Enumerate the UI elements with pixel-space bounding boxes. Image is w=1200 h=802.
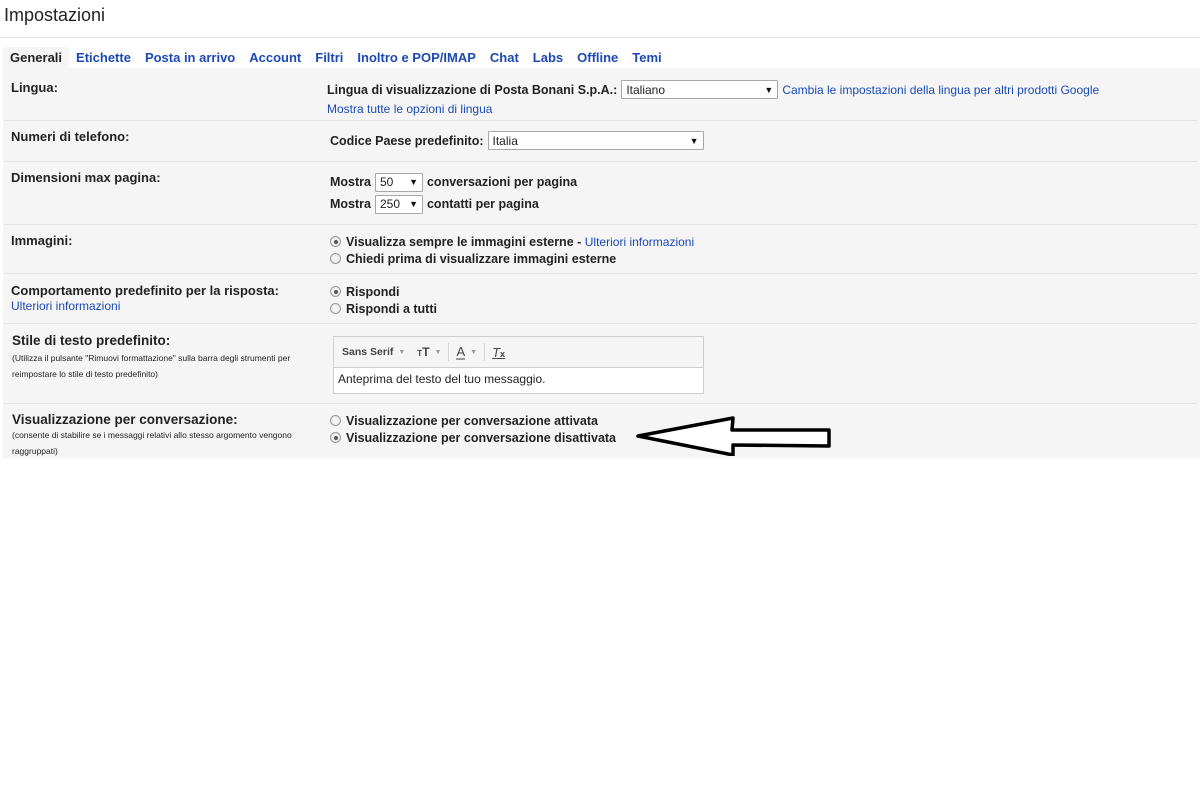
setting-row-reply: Comportamento predefinito per la rispost… (4, 274, 1197, 324)
conversations-per-page-select[interactable]: 50 ▼ (374, 172, 423, 192)
language-label: Lingua: (11, 80, 58, 95)
conversation-view-on-option[interactable]: Visualizzazione per conversazione attiva… (330, 412, 616, 429)
chevron-down-icon: ▼ (409, 177, 418, 187)
conversations-per-page-suffix: conversazioni per pagina (426, 175, 578, 189)
font-size-icon: TT (417, 345, 430, 359)
font-size-button[interactable]: TT ▼ (417, 345, 441, 359)
images-more-info-link[interactable]: Ulteriori informazioni (585, 235, 694, 249)
setting-row-page-size: Dimensioni max pagina: Mostra 50 ▼ conve… (4, 162, 1197, 225)
show-all-language-options-link[interactable]: Mostra tutte le opzioni di lingua (327, 102, 492, 116)
reply-option[interactable]: Rispondi (330, 283, 437, 300)
setting-row-images: Immagini: Visualizza sempre le immagini … (4, 225, 1197, 274)
tab-posta-in-arrivo[interactable]: Posta in arrivo (138, 47, 242, 68)
radio-button-checked[interactable] (330, 432, 341, 443)
toolbar-divider (484, 343, 486, 361)
reply-more-info-link[interactable]: Ulteriori informazioni (11, 299, 316, 313)
images-ask-label: Chiedi prima di visualizzare immagini es… (346, 251, 617, 266)
radio-button[interactable] (330, 253, 341, 264)
chevron-down-icon: ▼ (689, 135, 699, 146)
images-always-label: Visualizza sempre le immagini esterne (346, 234, 574, 249)
setting-row-conversation-view: Visualizzazione per conversazione: (cons… (4, 404, 1197, 458)
tab-chat[interactable]: Chat (483, 47, 526, 68)
caret-down-icon: ▼ (398, 348, 406, 356)
chevron-down-icon: ▼ (764, 84, 774, 95)
radio-button[interactable] (330, 303, 341, 314)
tab-inoltro-pop-imap[interactable]: Inoltro e POP/IMAP (350, 47, 482, 68)
caret-down-icon: ▼ (470, 348, 478, 356)
title-divider (0, 37, 1200, 38)
setting-row-language: Lingua: Lingua di visualizzazione di Pos… (4, 68, 1197, 121)
reply-label: Comportamento predefinito per la rispost… (11, 283, 279, 298)
page-size-label: Dimensioni max pagina: (11, 170, 161, 185)
contacts-per-page-value: 250 (379, 197, 401, 211)
remove-formatting-button[interactable]: Tx (492, 345, 505, 360)
arrow-left-icon (636, 416, 831, 456)
settings-tabs: Generali Etichette Posta in arrivo Accou… (3, 47, 669, 68)
tab-temi[interactable]: Temi (625, 47, 668, 68)
separator: - (573, 234, 585, 249)
country-code-value: Italia (492, 133, 518, 148)
change-language-link[interactable]: Cambia le impostazioni della lingua per … (782, 83, 1099, 97)
radio-button-checked[interactable] (330, 286, 341, 297)
font-family-value: Sans Serif (342, 346, 394, 358)
text-color-button[interactable]: A ▼ (456, 345, 477, 360)
text-color-icon: A (456, 343, 466, 360)
display-language-select[interactable]: Italiano ▼ (621, 80, 779, 99)
reply-all-option[interactable]: Rispondi a tutti (330, 300, 437, 317)
tab-labs[interactable]: Labs (526, 47, 570, 68)
images-label: Immagini: (11, 233, 73, 248)
radio-button[interactable] (330, 415, 341, 426)
conversation-view-note: (consente di stabilire se i messaggi rel… (12, 430, 292, 456)
toolbar-divider (448, 343, 450, 361)
font-family-button[interactable]: Sans Serif ▼ (342, 346, 405, 358)
country-code-label: Codice Paese predefinito: (330, 133, 484, 148)
text-style-editor: Sans Serif ▼ TT ▼ A ▼ Tx Anteprima del t… (333, 336, 704, 394)
images-ask-option[interactable]: Chiedi prima di visualizzare immagini es… (330, 250, 694, 267)
formatting-toolbar: Sans Serif ▼ TT ▼ A ▼ Tx (334, 337, 703, 368)
tab-etichette[interactable]: Etichette (69, 47, 138, 68)
conversation-view-off-label: Visualizzazione per conversazione disatt… (346, 430, 617, 445)
page-title: Impostazioni (4, 5, 106, 25)
show-label: Mostra (330, 197, 371, 211)
country-code-select[interactable]: Italia ▼ (487, 131, 704, 150)
chevron-down-icon: ▼ (409, 199, 418, 209)
setting-row-phone: Numeri di telefono: Codice Paese predefi… (4, 121, 1197, 162)
reply-all-label: Rispondi a tutti (346, 301, 437, 316)
text-preview: Anteprima del testo del tuo messaggio. (338, 372, 546, 386)
reply-label-option: Rispondi (346, 284, 400, 299)
tab-account[interactable]: Account (242, 47, 308, 68)
conversation-view-on-label: Visualizzazione per conversazione attiva… (346, 413, 598, 428)
contacts-per-page-suffix: contatti per pagina (426, 197, 539, 211)
text-style-label: Stile di testo predefinito: (12, 333, 171, 348)
tab-filtri[interactable]: Filtri (308, 47, 350, 68)
show-label: Mostra (330, 175, 371, 189)
text-style-note: (Utilizza il pulsante "Rimuovi formattaz… (12, 353, 291, 379)
tab-generali[interactable]: Generali (3, 47, 70, 68)
conversation-view-label: Visualizzazione per conversazione: (12, 412, 238, 427)
remove-formatting-icon: Tx (492, 344, 506, 360)
contacts-per-page-select[interactable]: 250 ▼ (374, 194, 423, 214)
conversations-per-page-value: 50 (379, 175, 394, 189)
tab-offline[interactable]: Offline (570, 47, 625, 68)
conversation-view-off-option[interactable]: Visualizzazione per conversazione disatt… (330, 429, 616, 446)
caret-down-icon: ▼ (434, 348, 442, 356)
phone-label: Numeri di telefono: (11, 129, 130, 144)
display-language-label: Lingua di visualizzazione di Posta Bonan… (327, 82, 618, 97)
display-language-value: Italiano (626, 82, 666, 97)
radio-button-checked[interactable] (330, 236, 341, 247)
images-always-option[interactable]: Visualizza sempre le immagini esterne - … (330, 233, 694, 250)
